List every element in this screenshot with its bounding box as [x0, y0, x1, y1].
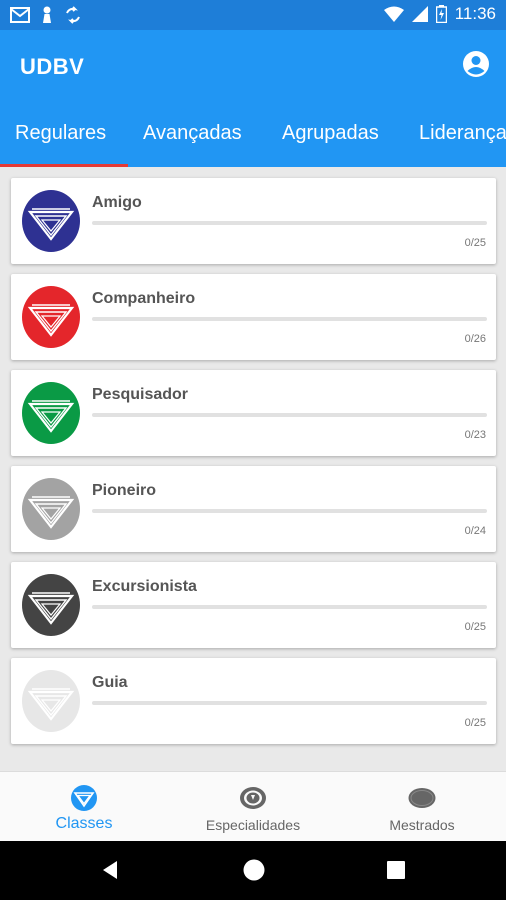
progress-count: 0/23 [464, 429, 486, 441]
class-card[interactable]: Companheiro 0/26 [11, 274, 496, 360]
class-emblem-icon [22, 670, 80, 732]
nav-especialidades[interactable]: Especialidades [169, 772, 337, 842]
tab-avancadas[interactable]: Avançadas [143, 122, 242, 145]
home-icon[interactable] [239, 855, 269, 885]
nav-classes-label: Classes [55, 815, 113, 832]
nav-mestrados-label: Mestrados [389, 817, 455, 833]
class-card[interactable]: Excursionista 0/25 [11, 562, 496, 648]
class-name: Amigo [92, 194, 142, 211]
class-card[interactable]: Pioneiro 0/24 [11, 466, 496, 552]
system-navigation-bar [0, 841, 506, 900]
master-badge-icon [408, 788, 436, 808]
cell-signal-icon [411, 6, 428, 22]
app-bar: UDBV Regulares Avançadas Agrupadas Lider… [0, 30, 506, 167]
class-emblem-icon [22, 286, 80, 348]
back-icon[interactable] [96, 855, 126, 885]
class-emblem-icon [22, 478, 80, 540]
classes-emblem-icon [71, 785, 97, 811]
specialty-badge-icon [240, 787, 266, 809]
progress-count: 0/25 [464, 621, 486, 633]
nav-mestrados[interactable]: Mestrados [338, 772, 506, 842]
progress-count: 0/26 [464, 333, 486, 345]
gmail-icon [10, 7, 30, 23]
wifi-icon [383, 6, 404, 22]
class-emblem-icon [22, 574, 80, 636]
tab-regulares[interactable]: Regulares [15, 122, 106, 145]
progress-count: 0/24 [464, 525, 486, 537]
tab-agrupadas[interactable]: Agrupadas [282, 122, 379, 145]
app-title: UDBV [20, 54, 85, 79]
progress-bar [92, 317, 487, 321]
progress-bar [92, 605, 487, 609]
nav-especialidades-label: Especialidades [205, 817, 301, 833]
class-name: Pioneiro [92, 482, 157, 499]
nav-classes[interactable]: Classes [0, 772, 168, 842]
progress-bar [92, 221, 487, 225]
class-list: Amigo 0/25 Companheiro 0/26 Pesquisador 0/23 P… [0, 167, 506, 771]
battery-icon [435, 5, 447, 23]
class-card[interactable]: Pesquisador 0/23 [11, 370, 496, 456]
bottom-navigation: Classes Especialidades Mestrados [0, 771, 506, 842]
progress-bar [92, 509, 487, 513]
tab-lideranca[interactable]: Liderança [419, 122, 506, 145]
class-card[interactable]: Amigo 0/25 [11, 178, 496, 264]
class-name: Companheiro [92, 290, 196, 307]
class-card[interactable]: Guia 0/25 [11, 658, 496, 744]
class-name: Pesquisador [92, 386, 189, 403]
class-emblem-icon [22, 382, 80, 444]
class-category-tabs: Regulares Avançadas Agrupadas Liderança [0, 118, 506, 167]
status-bar: 11:36 [0, 0, 506, 30]
recents-icon[interactable] [381, 855, 411, 885]
account-button[interactable] [462, 50, 490, 78]
sync-icon [66, 6, 80, 24]
class-name: Excursionista [92, 578, 197, 595]
class-emblem-icon [22, 190, 80, 252]
class-name: Guia [92, 674, 128, 691]
progress-count: 0/25 [464, 717, 486, 729]
account-circle-icon [463, 51, 489, 77]
pawn-icon [43, 6, 51, 23]
progress-bar [92, 413, 487, 417]
progress-bar [92, 701, 487, 705]
progress-count: 0/25 [464, 237, 486, 249]
status-time: 11:36 [454, 4, 496, 23]
